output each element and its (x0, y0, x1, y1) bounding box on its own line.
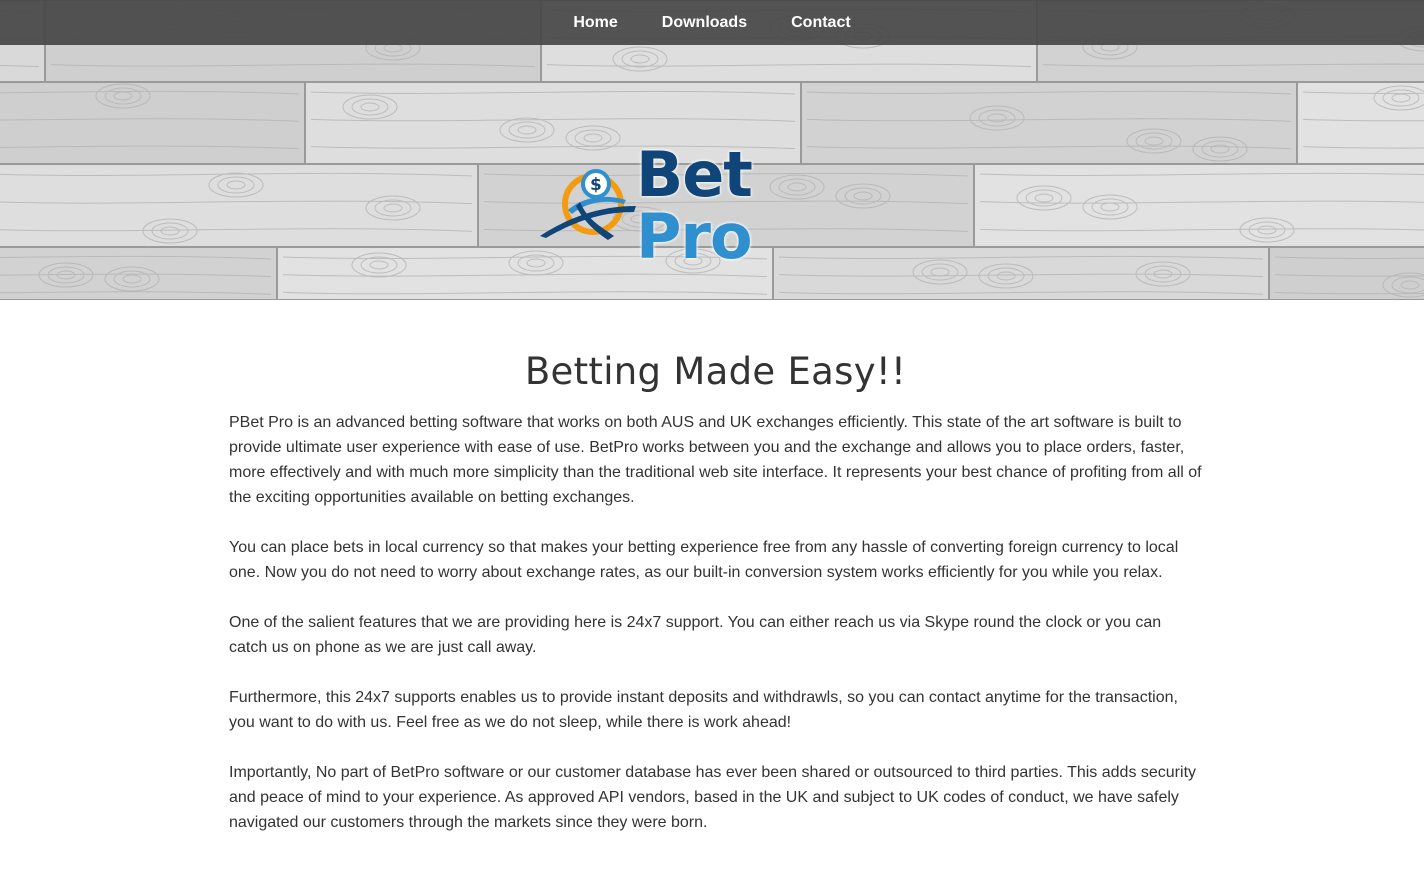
currency-paragraph: You can place bets in local currency so … (229, 539, 1179, 581)
intro-paragraph: PBet Pro is an advanced betting software… (229, 414, 1202, 506)
nav-link-contact[interactable]: Contact (769, 0, 873, 45)
logo-word-pro: Pro (635, 200, 753, 273)
logo-wordmark: Bet Pro (636, 144, 888, 268)
transactions-paragraph: Furthermore, this 24x7 supports enables … (229, 689, 1178, 731)
nav-list: Home Downloads Contact (551, 0, 872, 45)
svg-text:$: $ (590, 175, 602, 195)
security-paragraph: Importantly, No part of BetPro software … (229, 764, 1197, 831)
hero-banner: Home Downloads Contact $ Bet Pro (0, 0, 1424, 300)
nav-link-home[interactable]: Home (551, 0, 639, 45)
betpro-logo[interactable]: $ Bet Pro (538, 144, 888, 268)
page-title: Betting Made Easy!! (524, 350, 907, 393)
nav-link-downloads[interactable]: Downloads (640, 0, 769, 45)
betpro-emblem-icon: $ (539, 169, 636, 240)
top-navbar: Home Downloads Contact (0, 0, 1424, 45)
main-content: Betting Made Easy!! PBet Pro is an advan… (222, 350, 1202, 835)
support-paragraph: One of the salient features that we are … (229, 614, 1162, 656)
